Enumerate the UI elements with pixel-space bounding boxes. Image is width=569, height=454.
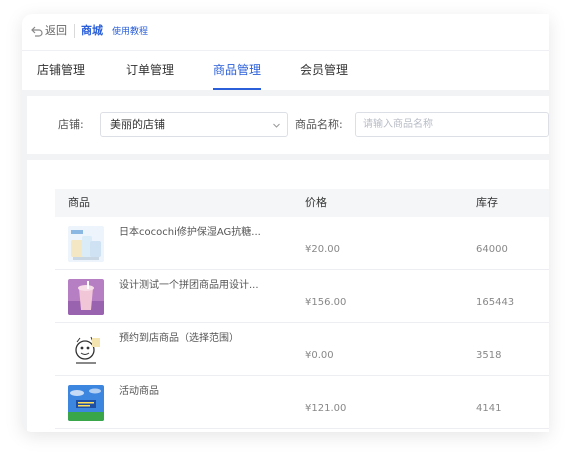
breadcrumb-divider: [74, 24, 75, 38]
product-stock: 64000: [476, 244, 508, 255]
tab-product-management[interactable]: 商品管理: [213, 62, 261, 78]
store-select-value: 美丽的店铺: [110, 118, 165, 131]
back-link[interactable]: 返回: [45, 24, 67, 38]
skincare-product-icon: [68, 226, 104, 262]
page-title: 商城: [81, 24, 103, 37]
product-table-panel: 商品 价格 库存 日本cocochi修护保湿AG抗糖... ¥20.00 640…: [27, 160, 549, 432]
tab-bar: 店铺管理 订单管理 商品管理 会员管理: [22, 50, 549, 90]
product-price: ¥0.00: [305, 350, 334, 361]
product-name-label: 商品名称:: [295, 118, 343, 131]
chevron-down-icon: [273, 123, 280, 128]
help-link[interactable]: 使用教程: [112, 26, 148, 38]
product-stock: 3518: [476, 350, 502, 361]
product-name: 活动商品: [119, 386, 159, 397]
table-header: 商品 价格 库存: [55, 189, 549, 217]
app-window: 返回 商城 使用教程 店铺管理 订单管理 商品管理 会员管理 店铺: 美丽的店铺…: [22, 14, 549, 432]
tab-member-management[interactable]: 会员管理: [300, 62, 348, 78]
product-stock: 4141: [476, 403, 502, 414]
table-row[interactable]: 日本cocochi修护保湿AG抗糖... ¥20.00 64000: [55, 217, 549, 270]
product-name: 预约到店商品（选择范围）: [119, 333, 239, 344]
table-row[interactable]: 预约到店商品（选择范围） ¥0.00 3518: [55, 323, 549, 376]
milk-tea-drink-icon: [68, 279, 104, 315]
breadcrumb: 返回 商城 使用教程: [22, 14, 549, 50]
column-header-product: 商品: [68, 196, 90, 209]
tab-store-management[interactable]: 店铺管理: [37, 62, 85, 78]
sky-banner-icon: [68, 385, 104, 421]
product-name: 设计测试一个拼团商品用设计...: [119, 280, 259, 291]
table-row[interactable]: 活动商品 ¥121.00 4141: [55, 376, 549, 429]
store-select[interactable]: 美丽的店铺: [100, 112, 288, 137]
column-header-price: 价格: [305, 196, 327, 209]
product-price: ¥121.00: [305, 403, 347, 414]
back-arrow-icon[interactable]: [30, 24, 44, 38]
table-row[interactable]: 设计测试一个拼团商品用设计... ¥156.00 165443: [55, 270, 549, 323]
product-price: ¥20.00: [305, 244, 340, 255]
store-filter-label: 店铺:: [58, 118, 84, 131]
column-header-stock: 库存: [476, 196, 498, 209]
tab-order-management[interactable]: 订单管理: [126, 62, 174, 78]
product-price: ¥156.00: [305, 297, 347, 308]
product-name-input[interactable]: [355, 112, 549, 137]
product-stock: 165443: [476, 297, 515, 308]
cartoon-sketch-icon: [68, 332, 104, 368]
filter-bar: 店铺: 美丽的店铺 商品名称:: [27, 96, 549, 154]
active-tab-indicator: [213, 88, 261, 90]
product-name: 日本cocochi修护保湿AG抗糖...: [119, 227, 261, 238]
